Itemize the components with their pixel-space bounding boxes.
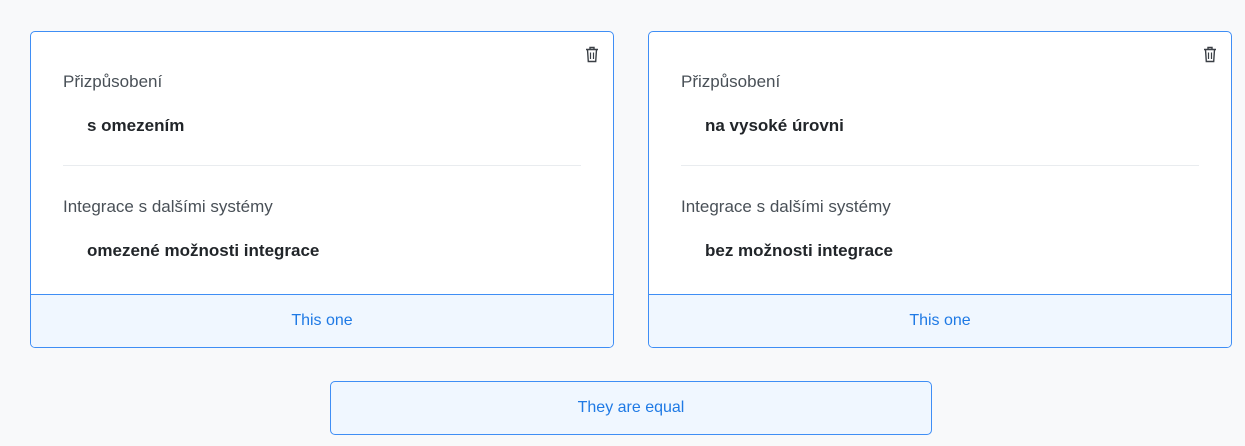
attribute-name: Přizpůsobení xyxy=(63,72,163,91)
option-card-left: Přizpůsobení s omezením Integrace s dalš… xyxy=(30,31,614,348)
attribute-value: bez možnosti integrace xyxy=(705,241,893,260)
attribute-name: Integrace s dalšími systémy xyxy=(681,197,891,216)
attribute-value: na vysoké úrovni xyxy=(705,116,844,135)
attribute-name: Přizpůsobení xyxy=(681,72,781,91)
option-card-right: Přizpůsobení na vysoké úrovni Integrace … xyxy=(648,31,1232,348)
divider xyxy=(681,165,1199,166)
choose-right-button[interactable]: This one xyxy=(649,294,1231,347)
choose-left-button[interactable]: This one xyxy=(31,294,613,347)
trash-icon[interactable] xyxy=(585,46,599,63)
attribute-name: Integrace s dalšími systémy xyxy=(63,197,273,216)
they-are-equal-button[interactable]: They are equal xyxy=(330,381,932,435)
attribute-value: omezené možnosti integrace xyxy=(87,241,320,260)
attribute-value: s omezením xyxy=(87,116,185,135)
trash-icon[interactable] xyxy=(1203,46,1217,63)
divider xyxy=(63,165,581,166)
